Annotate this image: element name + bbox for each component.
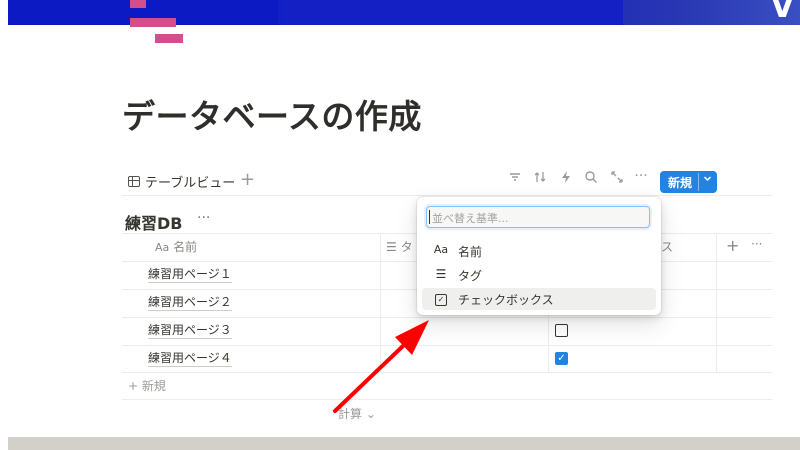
annotation-arrow-icon	[333, 320, 429, 413]
